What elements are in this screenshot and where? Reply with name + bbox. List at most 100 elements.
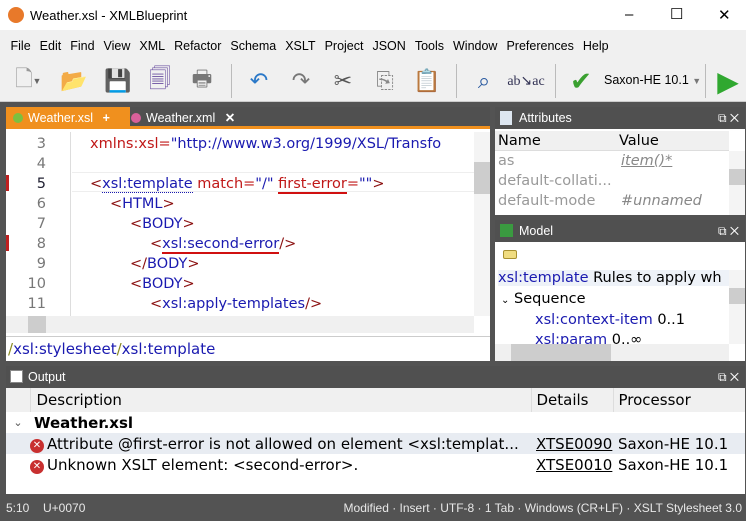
- output-header: Output ⧉ ✕: [6, 366, 745, 388]
- panel-controls[interactable]: ⧉ ✕: [718, 107, 739, 129]
- documentation-icon[interactable]: [503, 250, 517, 259]
- menu-preferences[interactable]: Preferences: [502, 30, 578, 53]
- tab-weather-xml[interactable]: Weather.xml ✕: [124, 107, 244, 129]
- new-dropdown-icon[interactable]: ▼: [30, 66, 44, 96]
- table-row[interactable]: ✕ Unknown XSLT element: <second-error>. X…: [6, 454, 745, 475]
- panel-title: Attributes: [519, 111, 572, 125]
- file-status-icon: [13, 113, 23, 123]
- group-row[interactable]: ⌄ Weather.xsl: [6, 412, 745, 433]
- menu-project[interactable]: Project: [320, 30, 368, 53]
- item-name: xsl:context-item: [535, 312, 653, 328]
- code-area[interactable]: 3 4 5 6 7 8 9 10 11 xmlns:xsl="http://ww…: [6, 132, 474, 316]
- error-code-link[interactable]: XTSE0010: [531, 454, 613, 475]
- line-number: 3: [36, 136, 46, 152]
- separator: [705, 64, 706, 98]
- menu-schema[interactable]: Schema: [226, 30, 281, 53]
- menu-xslt[interactable]: XSLT: [281, 30, 320, 53]
- error-attr-name: first-error: [278, 176, 347, 194]
- menu-edit[interactable]: Edit: [35, 30, 66, 53]
- editor-tabs: Weather.xsl + Weather.xml ✕: [6, 107, 490, 129]
- new-tab-icon[interactable]: +: [103, 111, 110, 125]
- tag-name: HTML: [122, 196, 163, 212]
- attribute-name[interactable]: default-collati...: [498, 173, 612, 189]
- open-folder-icon[interactable]: 📂: [58, 66, 90, 96]
- attribute-value[interactable]: item()*: [621, 153, 672, 169]
- menu-find[interactable]: Find: [66, 30, 99, 53]
- error-code-link[interactable]: XTSE0090: [531, 433, 613, 454]
- error-tag-name: xsl:second-error: [162, 236, 280, 254]
- copy-icon[interactable]: ⎘: [369, 66, 401, 96]
- table-row[interactable]: ✕ Attribute @first-error is not allowed o…: [6, 433, 745, 454]
- menu-window[interactable]: Window: [449, 30, 502, 53]
- column-header-description[interactable]: Description: [29, 388, 531, 412]
- line-number: 8: [36, 236, 46, 252]
- replace-icon[interactable]: ab↘ac: [507, 66, 544, 96]
- line-number: 7: [36, 216, 46, 232]
- horizontal-scrollbar[interactable]: [495, 344, 729, 361]
- output-panel: Output ⧉ ✕ Description Details Processor …: [6, 366, 745, 494]
- validate-check-icon[interactable]: ✔: [565, 66, 597, 96]
- error-icon: ✕: [30, 459, 44, 474]
- menu-xml[interactable]: XML: [135, 30, 170, 53]
- close-tab-icon[interactable]: ✕: [225, 111, 235, 125]
- attribute-name[interactable]: as: [498, 153, 514, 169]
- code-line: <BODY>: [130, 214, 195, 234]
- column-header-processor[interactable]: Processor: [612, 388, 745, 412]
- tag-name: BODY: [147, 256, 188, 272]
- tab-weather-xsl[interactable]: Weather.xsl +: [6, 107, 130, 129]
- punct: <: [130, 276, 143, 292]
- description-text: Unknown XSLT element: <second-error>.: [47, 455, 359, 474]
- menu-file[interactable]: File: [6, 30, 35, 53]
- print-icon[interactable]: 🖶: [186, 66, 218, 96]
- tab-label: Weather.xml: [146, 111, 216, 125]
- model-item[interactable]: xsl:param 0..∞: [535, 332, 642, 344]
- column-header-details[interactable]: Details: [530, 388, 613, 412]
- file-status-icon: [131, 113, 141, 123]
- group-name: Sequence: [514, 291, 586, 307]
- horizontal-scrollbar[interactable]: [6, 316, 474, 333]
- processor-select[interactable]: Saxon-HE 10.1 ▼: [604, 73, 701, 87]
- menu-view[interactable]: View: [99, 30, 135, 53]
- punct: >: [182, 216, 195, 232]
- panel-controls[interactable]: ⧉ ✕: [718, 220, 739, 242]
- column-header-name[interactable]: Name: [498, 133, 541, 149]
- maximize-button[interactable]: ☐: [670, 5, 683, 23]
- attributes-panel: Attributes ⧉ ✕ Name Value as item()* defa…: [495, 107, 745, 215]
- attribute-name[interactable]: default-mode: [498, 193, 595, 209]
- close-button[interactable]: ✕: [718, 6, 731, 24]
- menu-refactor[interactable]: Refactor: [170, 30, 226, 53]
- paste-icon[interactable]: 📋: [411, 66, 443, 96]
- attr-value: "/": [255, 176, 274, 192]
- save-icon[interactable]: 💾: [102, 66, 134, 96]
- vertical-scrollbar[interactable]: [729, 151, 745, 215]
- spacer: [6, 433, 30, 454]
- line-number: 6: [36, 196, 46, 212]
- description-text: Attribute @first-error is not allowed on…: [47, 434, 519, 453]
- item-name: xsl:param: [535, 332, 608, 344]
- model-group-row[interactable]: ⌄ Sequence: [501, 291, 586, 307]
- panel-controls[interactable]: ⧉ ✕: [718, 366, 739, 388]
- chevron-down-icon[interactable]: ⌄: [6, 412, 30, 433]
- model-element-row[interactable]: xsl:template Rules to apply wh: [498, 270, 730, 286]
- vertical-scrollbar[interactable]: [729, 270, 745, 344]
- item-occurrence: 0..1: [657, 312, 685, 328]
- redo-icon[interactable]: ↷: [285, 66, 317, 96]
- find-binoculars-icon[interactable]: ⌕: [468, 66, 500, 96]
- chevron-down-icon[interactable]: ⌄: [501, 295, 509, 306]
- menu-tools[interactable]: Tools: [410, 30, 448, 53]
- run-transform-icon[interactable]: ▶: [712, 66, 744, 97]
- breadcrumb-item[interactable]: xsl:stylesheet: [13, 340, 117, 358]
- undo-icon[interactable]: ↶: [243, 66, 275, 96]
- minimize-button[interactable]: –: [625, 6, 633, 23]
- line-number: 5: [36, 176, 46, 192]
- save-all-icon[interactable]: 🗐: [144, 66, 176, 96]
- menu-help[interactable]: Help: [578, 30, 613, 53]
- model-item[interactable]: xsl:context-item 0..1: [535, 312, 685, 328]
- column-header-value[interactable]: Value: [619, 133, 659, 149]
- error-icon: ✕: [30, 438, 44, 453]
- attribute-value[interactable]: #unnamed: [621, 193, 702, 209]
- menu-json[interactable]: JSON: [368, 30, 410, 53]
- cut-icon[interactable]: ✂: [327, 66, 359, 96]
- breadcrumb-item[interactable]: xsl:template: [122, 340, 216, 358]
- vertical-scrollbar[interactable]: [474, 132, 490, 316]
